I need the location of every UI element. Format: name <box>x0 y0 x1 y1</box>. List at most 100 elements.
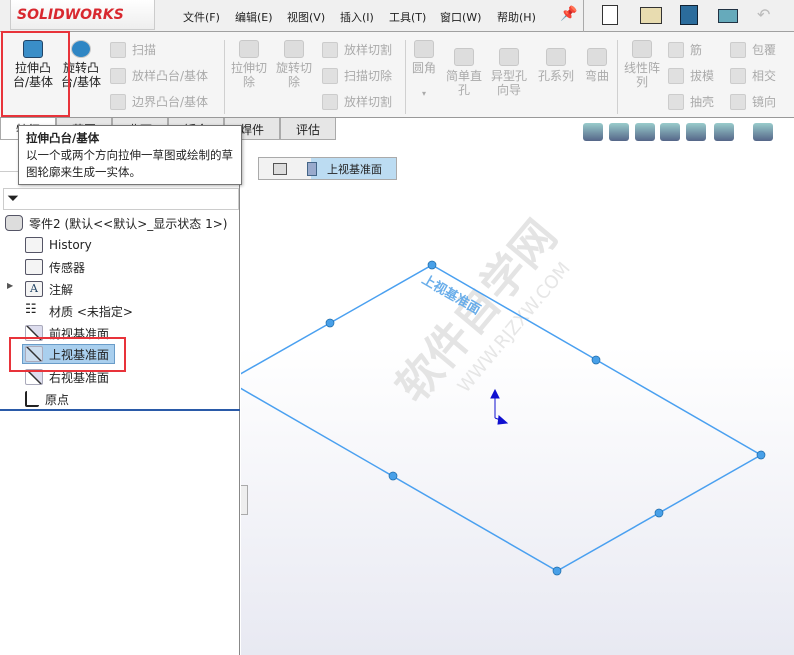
part-icon[interactable] <box>273 162 287 175</box>
menu-window[interactable]: 窗口(W) <box>440 9 481 25</box>
dropdown-arrow-icon[interactable]: ▾ <box>410 87 438 101</box>
label: 抽壳 <box>690 95 715 109</box>
menu-file[interactable]: 文件(F) <box>183 9 220 25</box>
hole-wizard-icon <box>499 48 519 66</box>
save-icon[interactable] <box>680 5 698 25</box>
simple-hole-button[interactable]: 简单直孔 <box>444 48 484 97</box>
menu-view[interactable]: 视图(V) <box>287 9 325 25</box>
linear-pattern-button[interactable]: 线性阵列 <box>622 40 662 89</box>
wrap-icon <box>730 41 746 58</box>
rib-icon <box>668 41 684 58</box>
tree-item-sensors[interactable]: 传感器 <box>25 257 85 277</box>
rollback-bar[interactable] <box>0 409 240 411</box>
tree-item-material[interactable]: ☷ 材质 <未指定> <box>25 301 133 321</box>
mirror-button[interactable]: 镜向 <box>730 93 776 110</box>
section-view-icon[interactable] <box>660 123 680 141</box>
undo-icon[interactable]: ↶ <box>757 5 770 24</box>
filter-icon[interactable]: ⏷ <box>7 189 19 207</box>
logo-text: SOLIDWORKS <box>17 6 124 23</box>
label: 线性阵列 <box>623 61 660 89</box>
wrap-button[interactable]: 包覆 <box>730 41 776 58</box>
tooltip-title: 拉伸凸台/基体 <box>26 131 100 145</box>
sweep-button[interactable]: 扫描 <box>110 41 156 58</box>
intersect-icon <box>730 67 746 84</box>
hole-wizard-button[interactable]: 异型孔向导 <box>489 48 529 97</box>
label: 放样切割 <box>344 95 393 109</box>
command-manager: 拉伸凸台/基体 旋转凸台/基体 扫描 放样凸台/基体 边界凸台/基体 拉伸切除 … <box>0 32 794 118</box>
hole-icon <box>454 48 474 66</box>
display-style-icon[interactable] <box>753 123 773 141</box>
breadcrumb-item[interactable]: 上视基准面 <box>327 161 382 177</box>
divider <box>583 0 584 32</box>
new-file-icon[interactable] <box>602 5 618 25</box>
plane-handle[interactable] <box>325 318 335 328</box>
tree-item-origin[interactable]: 原点 <box>25 389 69 409</box>
hole-series-button[interactable]: 孔系列 <box>535 48 577 83</box>
history-folder-icon <box>25 237 43 253</box>
plane-handle[interactable] <box>552 566 562 576</box>
panel-collapse-handle[interactable] <box>241 485 248 515</box>
pin-icon[interactable]: 📌 <box>560 6 577 22</box>
origin-icon <box>25 391 39 407</box>
label: 放样凸台/基体 <box>132 69 209 83</box>
menu-tools[interactable]: 工具(T) <box>389 9 426 25</box>
shell-button[interactable]: 抽壳 <box>668 93 714 110</box>
breadcrumb: 上视基准面 <box>258 157 397 180</box>
filter-bar[interactable]: ⏷ <box>3 188 239 210</box>
fillet-button[interactable]: 圆角 ▾ <box>410 40 438 101</box>
plane-handle[interactable] <box>388 471 398 481</box>
revolve-cut-icon <box>284 40 304 58</box>
highlight-box <box>9 337 126 372</box>
menu-insert[interactable]: 插入(I) <box>340 9 374 25</box>
view-orientation-icon[interactable] <box>714 123 734 141</box>
extrude-cut-button[interactable]: 拉伸切除 <box>229 40 269 89</box>
zoom-to-fit-icon[interactable] <box>583 123 603 141</box>
plane-handle[interactable] <box>654 508 664 518</box>
tree-root[interactable]: 零件2 (默认<<默认>_显示状态 1>) <box>5 213 227 233</box>
plane-icon[interactable] <box>307 161 317 176</box>
open-file-icon[interactable] <box>640 7 662 24</box>
tree-item-history[interactable]: History <box>25 235 92 255</box>
draft-button[interactable]: 拔模 <box>668 67 714 84</box>
label: 相交 <box>752 69 777 83</box>
annotation-icon: A <box>25 281 43 297</box>
label: 传感器 <box>49 260 86 275</box>
label: 筋 <box>690 43 703 57</box>
menu-help[interactable]: 帮助(H) <box>497 9 536 25</box>
boundary-boss-button[interactable]: 边界凸台/基体 <box>110 93 208 110</box>
flex-button[interactable]: 弯曲 <box>582 48 612 83</box>
part-icon <box>5 215 23 231</box>
loft-cut-button-2[interactable]: 放样切割 <box>322 93 392 110</box>
plane-handle[interactable] <box>427 260 437 270</box>
dynamic-annotation-icon[interactable] <box>686 123 706 141</box>
menu-edit[interactable]: 编辑(E) <box>235 9 273 25</box>
rib-button[interactable]: 筋 <box>668 41 702 58</box>
plane-handle[interactable] <box>591 355 601 365</box>
loft-boss-button[interactable]: 放样凸台/基体 <box>110 67 208 84</box>
tooltip: 拉伸凸台/基体 以一个或两个方向拉伸一草图或绘制的草图轮廓来生成一实体。 <box>18 125 242 185</box>
previous-view-icon[interactable] <box>635 123 655 141</box>
linear-pattern-icon <box>632 40 652 58</box>
solidworks-logo[interactable]: SOLIDWORKS <box>10 0 155 30</box>
tree-item-annotations[interactable]: A 注解 <box>25 279 73 299</box>
sweep-cut-button[interactable]: 扫描切除 <box>322 67 392 84</box>
label: 孔系列 <box>537 69 574 83</box>
hole-series-icon <box>546 48 566 66</box>
revolve-cut-button[interactable]: 旋转切除 <box>274 40 314 89</box>
tab-evaluate[interactable]: 评估 <box>280 118 336 140</box>
loft-icon <box>110 67 126 84</box>
label: 异型孔向导 <box>490 69 527 97</box>
loft-cut-button[interactable]: 放样切割 <box>322 41 392 58</box>
label: History <box>49 238 92 252</box>
plane-handle[interactable] <box>756 450 766 460</box>
graphics-area[interactable]: 软件自学网 WWW.RJZXW.COM 上视基准面 上视基准面 <box>241 140 794 655</box>
loft-cut-icon <box>322 41 338 58</box>
print-icon[interactable] <box>718 9 738 23</box>
label: 旋转切除 <box>275 61 312 89</box>
tree-root-label: 零件2 (默认<<默认>_显示状态 1>) <box>29 216 228 231</box>
extrude-cut-icon <box>239 40 259 58</box>
expand-arrow-icon[interactable]: ▶ <box>7 281 13 290</box>
zoom-to-area-icon[interactable] <box>609 123 629 141</box>
sensor-folder-icon <box>25 259 43 275</box>
intersect-button[interactable]: 相交 <box>730 67 776 84</box>
